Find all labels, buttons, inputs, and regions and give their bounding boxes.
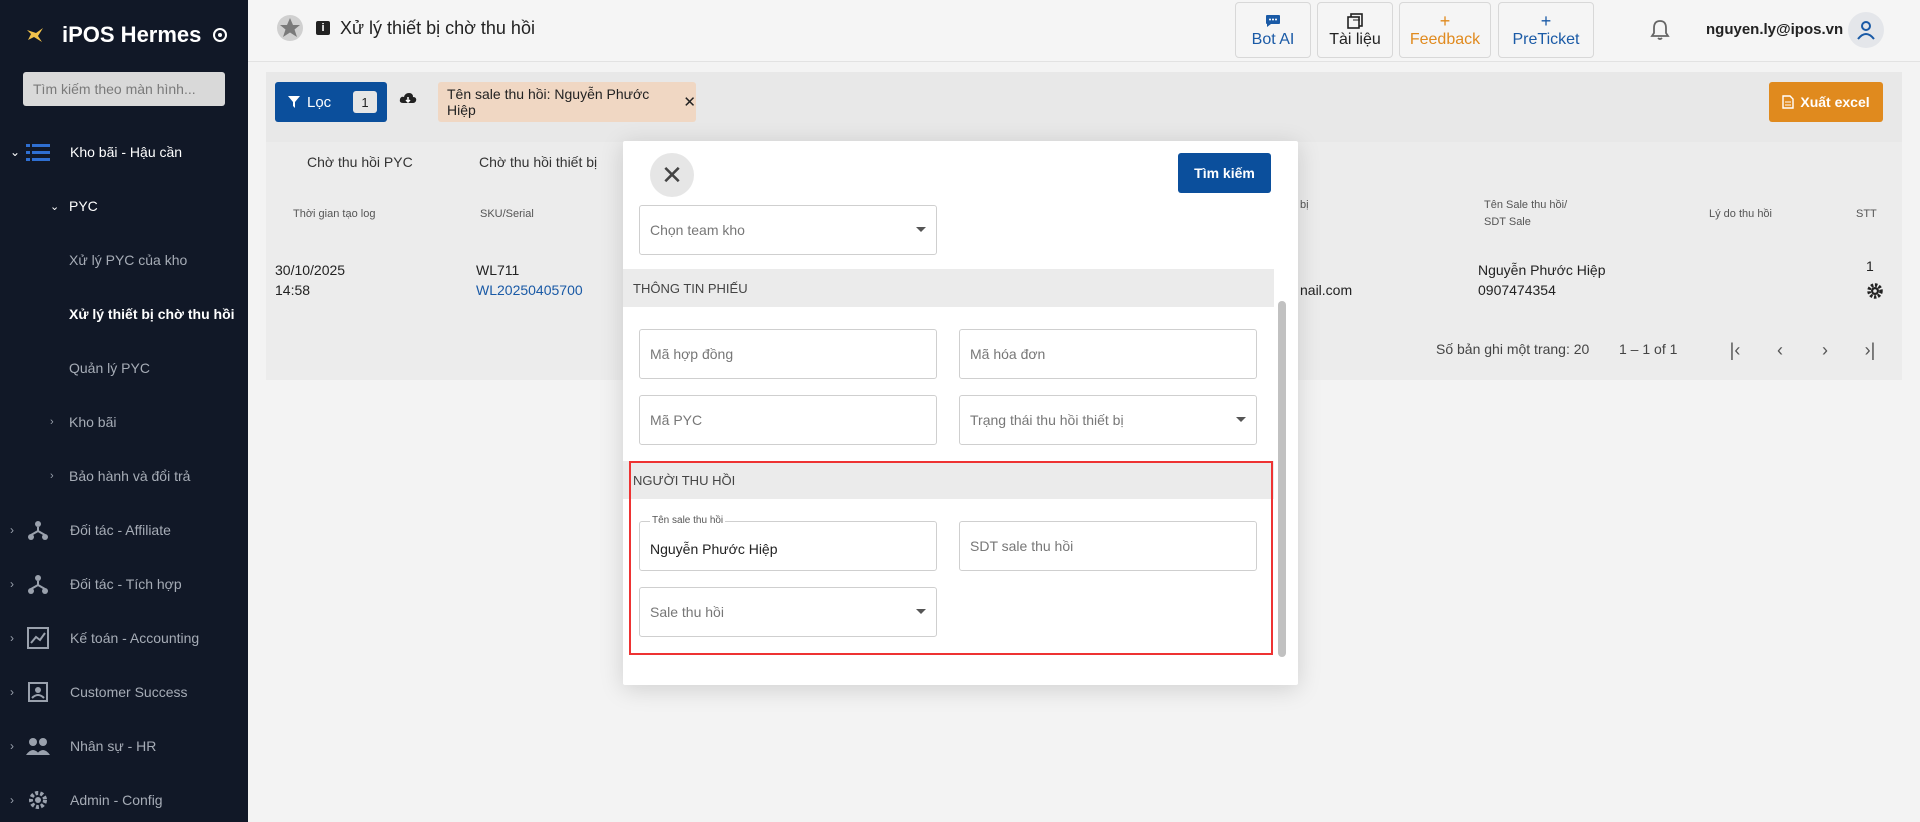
team-kho-placeholder: Chọn team kho (650, 222, 745, 238)
team-kho-select[interactable]: Chọn team kho (639, 205, 937, 255)
ma-hoa-don-input[interactable]: Mã hóa đơn (959, 329, 1257, 379)
caret-down-icon (916, 227, 926, 232)
section-thong-tin-phieu: THÔNG TIN PHIẾU (623, 269, 1274, 307)
ma-hop-dong-input[interactable]: Mã hợp đồng (639, 329, 937, 379)
ma-hoa-don-placeholder: Mã hóa đơn (970, 346, 1046, 362)
ma-pyc-placeholder: Mã PYC (650, 412, 703, 428)
trang-thai-select[interactable]: Trạng thái thu hồi thiết bị (959, 395, 1257, 445)
trang-thai-placeholder: Trạng thái thu hồi thiết bị (970, 412, 1124, 428)
highlight-annotation (629, 461, 1273, 655)
close-icon: ✕ (661, 159, 683, 190)
ma-pyc-input[interactable]: Mã PYC (639, 395, 937, 445)
caret-down-icon (1236, 417, 1246, 422)
close-button[interactable]: ✕ (650, 153, 694, 197)
filter-modal: ✕ Tìm kiếm Chọn team kho THÔNG TIN PHIẾU… (623, 141, 1298, 685)
ma-hop-dong-placeholder: Mã hợp đồng (650, 346, 734, 362)
search-button[interactable]: Tìm kiếm (1178, 153, 1271, 193)
modal-scrollbar[interactable] (1278, 301, 1286, 657)
